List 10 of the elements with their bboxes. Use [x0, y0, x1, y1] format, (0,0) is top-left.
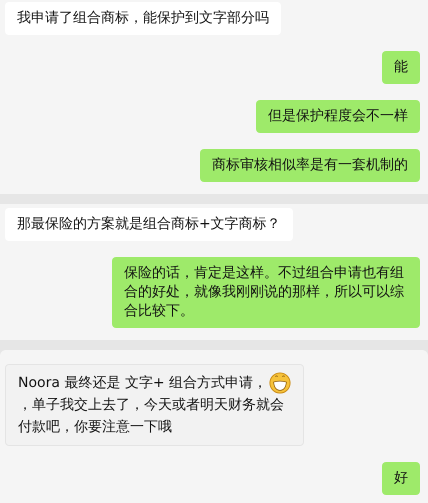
message-text: Noora 最终还是 文字+ 组合方式申请，: [18, 374, 268, 393]
message-bubble: 保险的话，肯定是这样。不过组合申请也有组合的好处，就像我刚刚说的那样，所以可以综合比较下。: [112, 257, 420, 328]
grinning-face-icon: [269, 372, 292, 394]
message-bubble: 商标审核相似率是有一套机制的: [200, 149, 420, 182]
message-text: ，单子我交上去了，今天或者明天财务就会付款吧，你要注意一下哦: [18, 396, 285, 437]
message-bubble: 但是保护程度会不一样: [256, 100, 420, 133]
message-bubble: 那最保险的方案就是组合商标+文字商标？: [5, 208, 293, 241]
message-bubble: 我申请了组合商标，能保护到文字部分吗: [5, 2, 281, 35]
message-bubble: 能: [382, 51, 420, 84]
message-bubble: 好: [382, 462, 420, 495]
